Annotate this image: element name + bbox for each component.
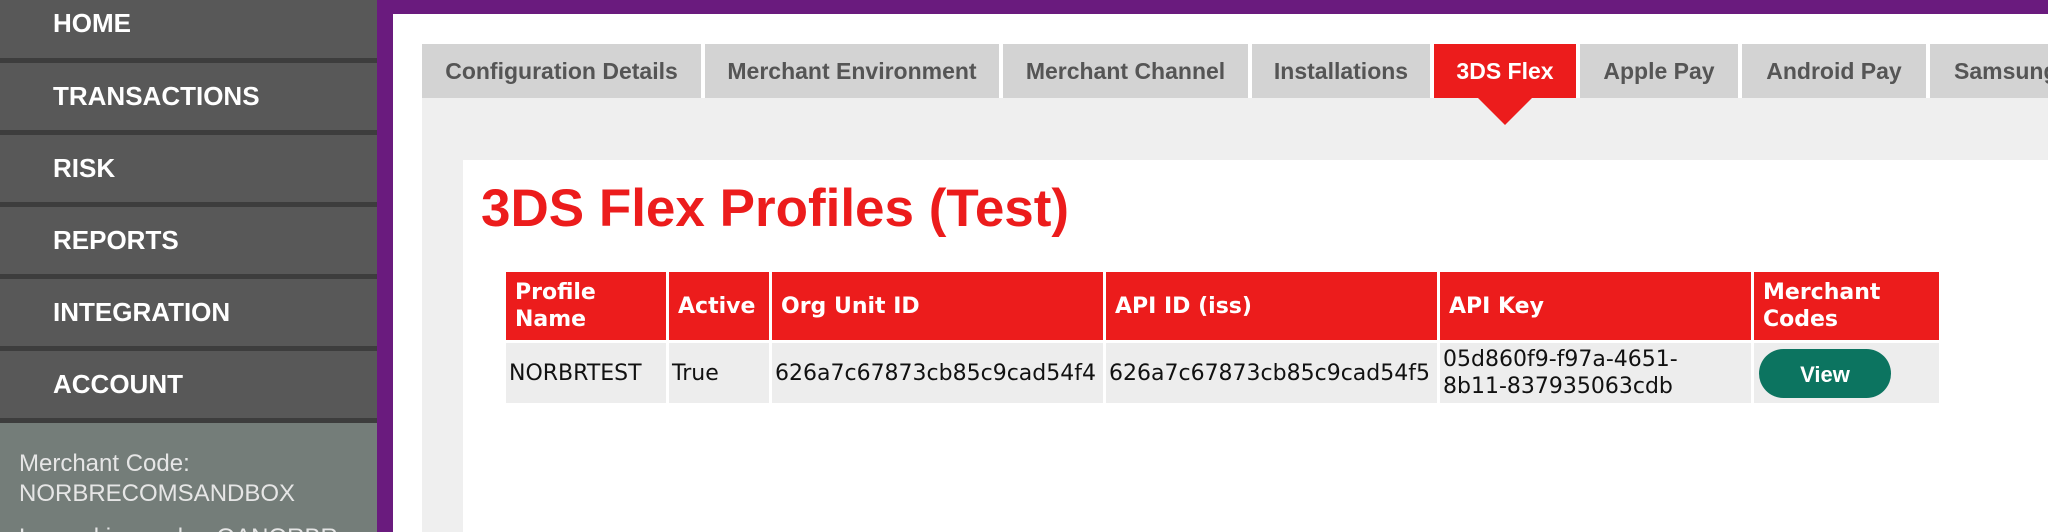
- column-header-org-unit-id: Org Unit ID: [772, 272, 1103, 340]
- column-header-active: Active: [669, 272, 769, 340]
- nav-item-transactions[interactable]: TRANSACTIONS: [0, 63, 377, 135]
- api-key-line-2: 8b11-837935063cdb: [1443, 374, 1673, 399]
- column-header-profile-name: Profile Name: [506, 272, 666, 340]
- table-row: NORBRTEST True 626a7c67873cb85c9cad54f4 …: [506, 343, 1939, 403]
- nav-item-reports[interactable]: REPORTS: [0, 207, 377, 279]
- column-header-api-key: API Key: [1440, 272, 1751, 340]
- tab-apple-pay[interactable]: Apple Pay: [1580, 44, 1738, 98]
- tab-configuration-details[interactable]: Configuration Details: [422, 44, 701, 98]
- page-title: 3DS Flex Profiles (Test): [481, 179, 1070, 238]
- nav-item-account[interactable]: ACCOUNT: [0, 351, 377, 423]
- view-merchant-codes-button[interactable]: View: [1759, 348, 1891, 398]
- tab-android-pay[interactable]: Android Pay: [1742, 44, 1926, 98]
- tab-merchant-channel[interactable]: Merchant Channel: [1003, 44, 1248, 98]
- cell-profile-name: NORBRTEST: [506, 343, 666, 403]
- tab-3ds-flex[interactable]: 3DS Flex: [1434, 44, 1576, 98]
- merchant-code-value: NORBRECOMSANDBOX: [19, 480, 296, 507]
- profiles-table: Profile Name Active Org Unit ID API ID (…: [503, 269, 1942, 406]
- column-header-api-id: API ID (iss): [1106, 272, 1437, 340]
- tab-merchant-environment[interactable]: Merchant Environment: [705, 44, 999, 98]
- tab-samsung-pay[interactable]: Samsung Pay: [1930, 44, 2048, 98]
- tab-installations[interactable]: Installations: [1252, 44, 1430, 98]
- column-header-merchant-codes: Merchant Codes: [1754, 272, 1939, 340]
- nav-item-integration[interactable]: INTEGRATION: [0, 279, 377, 351]
- cell-org-unit-id: 626a7c67873cb85c9cad54f4: [772, 343, 1103, 403]
- nav-item-risk[interactable]: RISK: [0, 135, 377, 207]
- cell-api-id: 626a7c67873cb85c9cad54f5: [1106, 343, 1437, 403]
- main-content: Configuration Details Merchant Environme…: [393, 14, 2048, 532]
- cell-merchant-codes: View: [1754, 343, 1939, 403]
- tab-bar: Configuration Details Merchant Environme…: [422, 44, 2048, 111]
- cell-api-key: 05d860f9-f97a-4651- 8b11-837935063cdb: [1440, 343, 1751, 403]
- api-key-line-1: 05d860f9-f97a-4651-: [1443, 347, 1678, 372]
- merchant-code-label: Merchant Code:: [19, 450, 190, 477]
- table-header-row: Profile Name Active Org Unit ID API ID (…: [506, 272, 1939, 340]
- merchant-info: Merchant Code: NORBRECOMSANDBOX Logged i…: [0, 423, 377, 532]
- profiles-panel: 3DS Flex Profiles (Test) Profile Name Ac…: [463, 160, 2048, 532]
- nav-item-home[interactable]: HOME: [0, 0, 377, 63]
- logged-in-text: Logged in as: dev-QANORBR: [19, 523, 377, 532]
- sidebar: HOME TRANSACTIONS RISK REPORTS INTEGRATI…: [0, 0, 377, 532]
- cell-active: True: [669, 343, 769, 403]
